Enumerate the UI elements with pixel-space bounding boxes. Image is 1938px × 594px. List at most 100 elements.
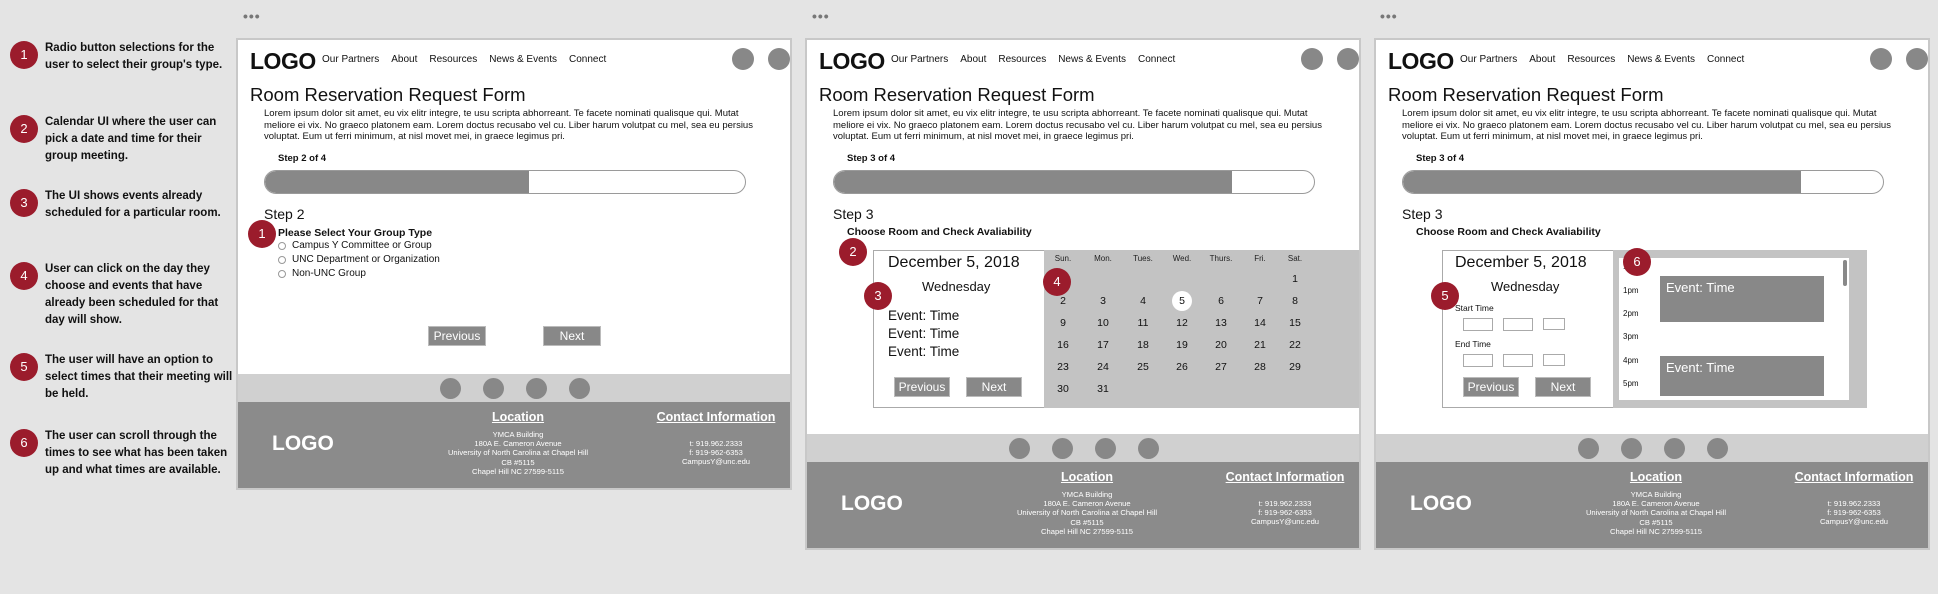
contact-email[interactable]: CampusY@unc.edu [638, 457, 790, 466]
calendar-day[interactable]: 21 [1245, 336, 1275, 354]
header-circle-icon[interactable] [1301, 48, 1323, 70]
calendar-day[interactable]: 18 [1128, 336, 1158, 354]
radio-option[interactable]: UNC Department or Organization [278, 254, 440, 265]
nav-about[interactable]: About [391, 54, 417, 65]
calendar-day[interactable]: 10 [1088, 314, 1118, 332]
calendar-day[interactable]: 6 [1206, 292, 1236, 310]
calendar-day[interactable]: 13 [1206, 314, 1236, 332]
calendar-day[interactable]: 8 [1280, 292, 1310, 310]
calendar-day[interactable]: 11 [1128, 314, 1158, 332]
calendar-day[interactable]: 24 [1088, 358, 1118, 376]
radio-option[interactable]: Campus Y Committee or Group [278, 240, 432, 251]
social-circle-icon[interactable] [1009, 438, 1030, 459]
end-ampm-input[interactable] [1543, 354, 1565, 366]
calendar-day[interactable]: 28 [1245, 358, 1275, 376]
calendar-day[interactable]: 7 [1245, 292, 1275, 310]
calendar-day[interactable]: 27 [1206, 358, 1236, 376]
social-circle-icon[interactable] [483, 378, 504, 399]
calendar-day[interactable]: 22 [1280, 336, 1310, 354]
contact-email[interactable]: CampusY@unc.edu [1207, 517, 1359, 526]
calendar-day[interactable]: 19 [1167, 336, 1197, 354]
footer-logo: LOGO [272, 432, 334, 455]
calendar-day[interactable]: 4 [1128, 292, 1158, 310]
radio-circle-icon[interactable] [278, 255, 286, 264]
address-line: University of North Carolina at Chapel H… [447, 448, 589, 458]
annotation-text-1: Radio button selections for the user to … [45, 42, 223, 71]
header-circle-icon[interactable] [1906, 48, 1928, 70]
calendar-day[interactable]: 3 [1088, 292, 1118, 310]
social-circle-icon[interactable] [1664, 438, 1685, 459]
social-circle-icon[interactable] [569, 378, 590, 399]
next-button[interactable]: Next [543, 326, 601, 346]
calendar-day[interactable]: 15 [1280, 314, 1310, 332]
booked-event-block[interactable]: Event: Time [1660, 276, 1824, 322]
social-circle-icon[interactable] [1138, 438, 1159, 459]
header-circle-icon[interactable] [1337, 48, 1359, 70]
end-hour-input[interactable] [1463, 354, 1493, 367]
calendar-day[interactable]: 17 [1088, 336, 1118, 354]
calendar-day[interactable]: 31 [1088, 380, 1118, 398]
calendar-day[interactable]: 25 [1128, 358, 1158, 376]
nav-about[interactable]: About [1529, 54, 1555, 65]
social-circle-icon[interactable] [1095, 438, 1116, 459]
start-minute-input[interactable] [1503, 318, 1533, 331]
header-logo[interactable]: LOGO [819, 48, 885, 75]
annotation-marker-4: 4 [1043, 268, 1071, 296]
social-circle-icon[interactable] [1052, 438, 1073, 459]
header-logo[interactable]: LOGO [1388, 48, 1454, 75]
calendar-day[interactable]: 16 [1048, 336, 1078, 354]
scrollbar-thumb[interactable] [1843, 260, 1847, 286]
nav-our-partners[interactable]: Our Partners [1460, 54, 1517, 65]
end-minute-input[interactable] [1503, 354, 1533, 367]
calendar-day[interactable]: 30 [1048, 380, 1078, 398]
contact-email[interactable]: CampusY@unc.edu [1776, 517, 1928, 526]
header-circle-icon[interactable] [768, 48, 790, 70]
social-circle-icon[interactable] [440, 378, 461, 399]
start-ampm-input[interactable] [1543, 318, 1565, 330]
next-button[interactable]: Next [966, 377, 1022, 397]
start-time-label: Start Time [1455, 303, 1494, 313]
social-circle-icon[interactable] [1707, 438, 1728, 459]
address-line: YMCA Building [1061, 490, 1113, 499]
nav-connect[interactable]: Connect [1707, 54, 1744, 65]
nav-our-partners[interactable]: Our Partners [891, 54, 948, 65]
calendar-day-selected[interactable]: 5 [1172, 291, 1192, 311]
nav-resources[interactable]: Resources [998, 54, 1046, 65]
nav-connect[interactable]: Connect [569, 54, 606, 65]
calendar-day[interactable]: 26 [1167, 358, 1197, 376]
nav-news-events[interactable]: News & Events [1627, 54, 1695, 65]
calendar-day[interactable]: 29 [1280, 358, 1310, 376]
next-button[interactable]: Next [1535, 377, 1591, 397]
nav-our-partners[interactable]: Our Partners [322, 54, 379, 65]
site-footer: LOGO Location YMCA Building 180A E. Camer… [1376, 462, 1928, 548]
calendar-day[interactable]: 1 [1280, 270, 1310, 288]
start-hour-input[interactable] [1463, 318, 1493, 331]
radio-circle-icon[interactable] [278, 269, 286, 278]
previous-button[interactable]: Previous [1463, 377, 1519, 397]
nav-resources[interactable]: Resources [1567, 54, 1615, 65]
social-circle-icon[interactable] [1578, 438, 1599, 459]
calendar-day[interactable]: 23 [1048, 358, 1078, 376]
previous-button[interactable]: Previous [894, 377, 950, 397]
booked-event-block[interactable]: Event: Time [1660, 356, 1824, 396]
header-logo[interactable]: LOGO [250, 48, 316, 75]
radio-circle-icon[interactable] [278, 241, 286, 250]
calendar-day[interactable]: 9 [1048, 314, 1078, 332]
header-circle-icon[interactable] [1870, 48, 1892, 70]
social-circle-icon[interactable] [526, 378, 547, 399]
main-nav: Our Partners About Resources News & Even… [891, 54, 1175, 65]
nav-news-events[interactable]: News & Events [489, 54, 557, 65]
previous-button[interactable]: Previous [428, 326, 486, 346]
nav-news-events[interactable]: News & Events [1058, 54, 1126, 65]
nav-about[interactable]: About [960, 54, 986, 65]
radio-option[interactable]: Non-UNC Group [278, 268, 366, 279]
calendar-day[interactable]: 14 [1245, 314, 1275, 332]
annotation-3: 3 The UI shows events already scheduled f… [10, 188, 228, 248]
time-slot-list[interactable]: 12pm 1pm 2pm 3pm 4pm 5pm Event: Time Eve… [1619, 258, 1849, 400]
header-circle-icon[interactable] [732, 48, 754, 70]
calendar-day[interactable]: 20 [1206, 336, 1236, 354]
social-circle-icon[interactable] [1621, 438, 1642, 459]
nav-connect[interactable]: Connect [1138, 54, 1175, 65]
nav-resources[interactable]: Resources [429, 54, 477, 65]
calendar-day[interactable]: 12 [1167, 314, 1197, 332]
